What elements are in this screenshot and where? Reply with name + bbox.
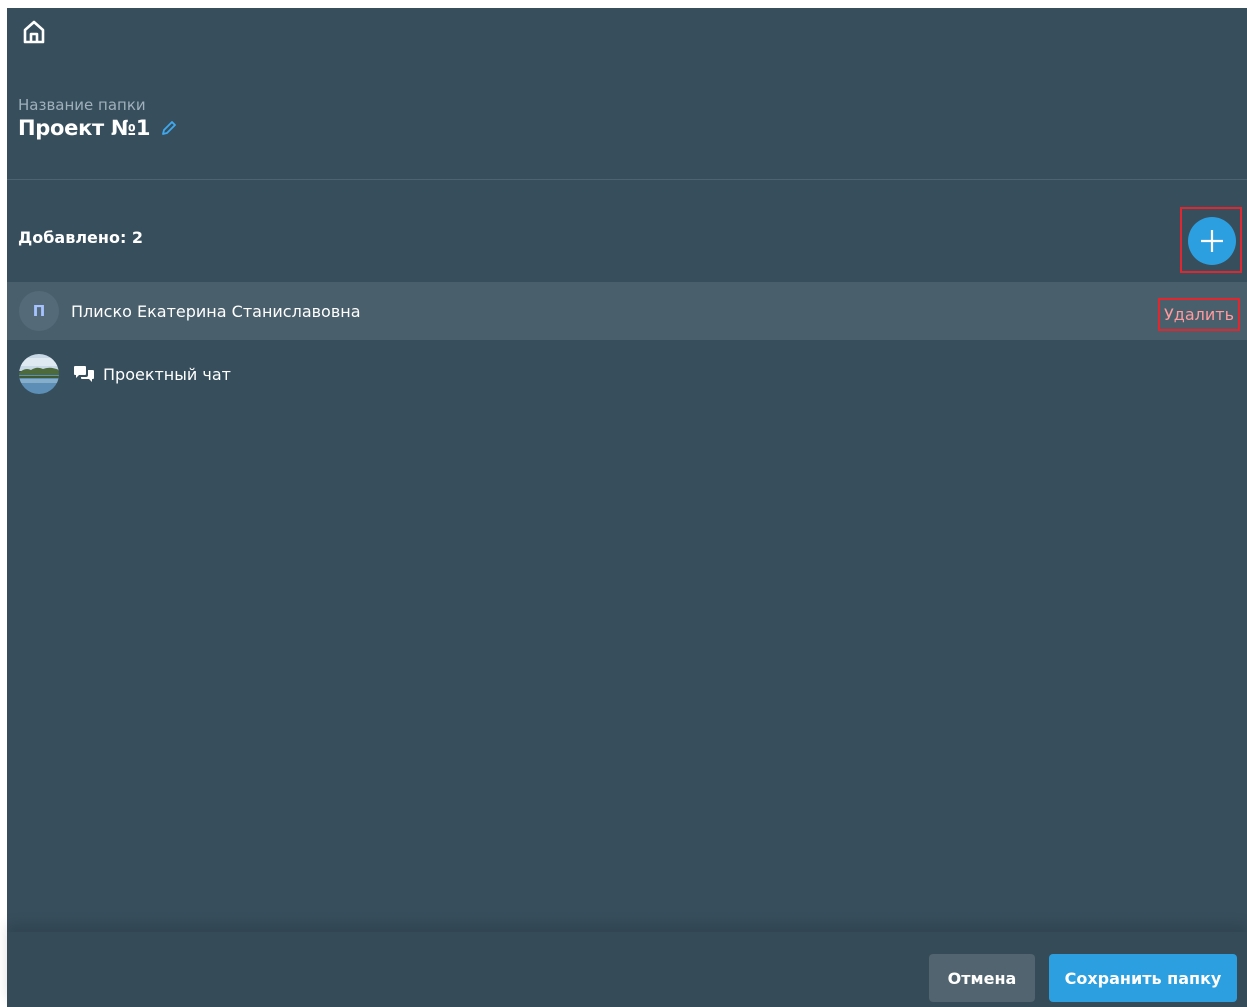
home-icon <box>23 20 45 44</box>
folder-editor-window: Название папки Проект №1 Добавлено: 2 П … <box>7 8 1247 1007</box>
plus-icon <box>1201 230 1223 252</box>
list-item[interactable]: П Плиско Екатерина Станиславовна Удалить <box>7 282 1247 340</box>
lake-landscape-photo <box>19 354 59 394</box>
list-item[interactable]: Проектный чат <box>7 345 1247 403</box>
save-folder-button[interactable]: Сохранить папку <box>1049 954 1237 1002</box>
add-member-button[interactable] <box>1188 217 1236 265</box>
folder-name-label: Название папки <box>18 96 146 114</box>
avatar: П <box>19 291 59 331</box>
folder-title: Проект №1 <box>18 116 151 140</box>
cancel-button[interactable]: Отмена <box>929 954 1035 1002</box>
member-name: Плиско Екатерина Станиславовна <box>71 301 361 321</box>
home-button[interactable] <box>19 16 49 48</box>
pencil-icon[interactable] <box>160 119 178 137</box>
section-divider <box>7 179 1247 180</box>
footer-bar: Отмена Сохранить папку <box>7 932 1247 1007</box>
chat-icon <box>74 366 94 382</box>
chat-name: Проектный чат <box>103 364 231 384</box>
avatar <box>19 354 59 394</box>
folder-title-row: Проект №1 <box>18 116 178 140</box>
delete-button[interactable]: Удалить <box>1158 298 1240 331</box>
added-count-label: Добавлено: 2 <box>18 228 144 247</box>
